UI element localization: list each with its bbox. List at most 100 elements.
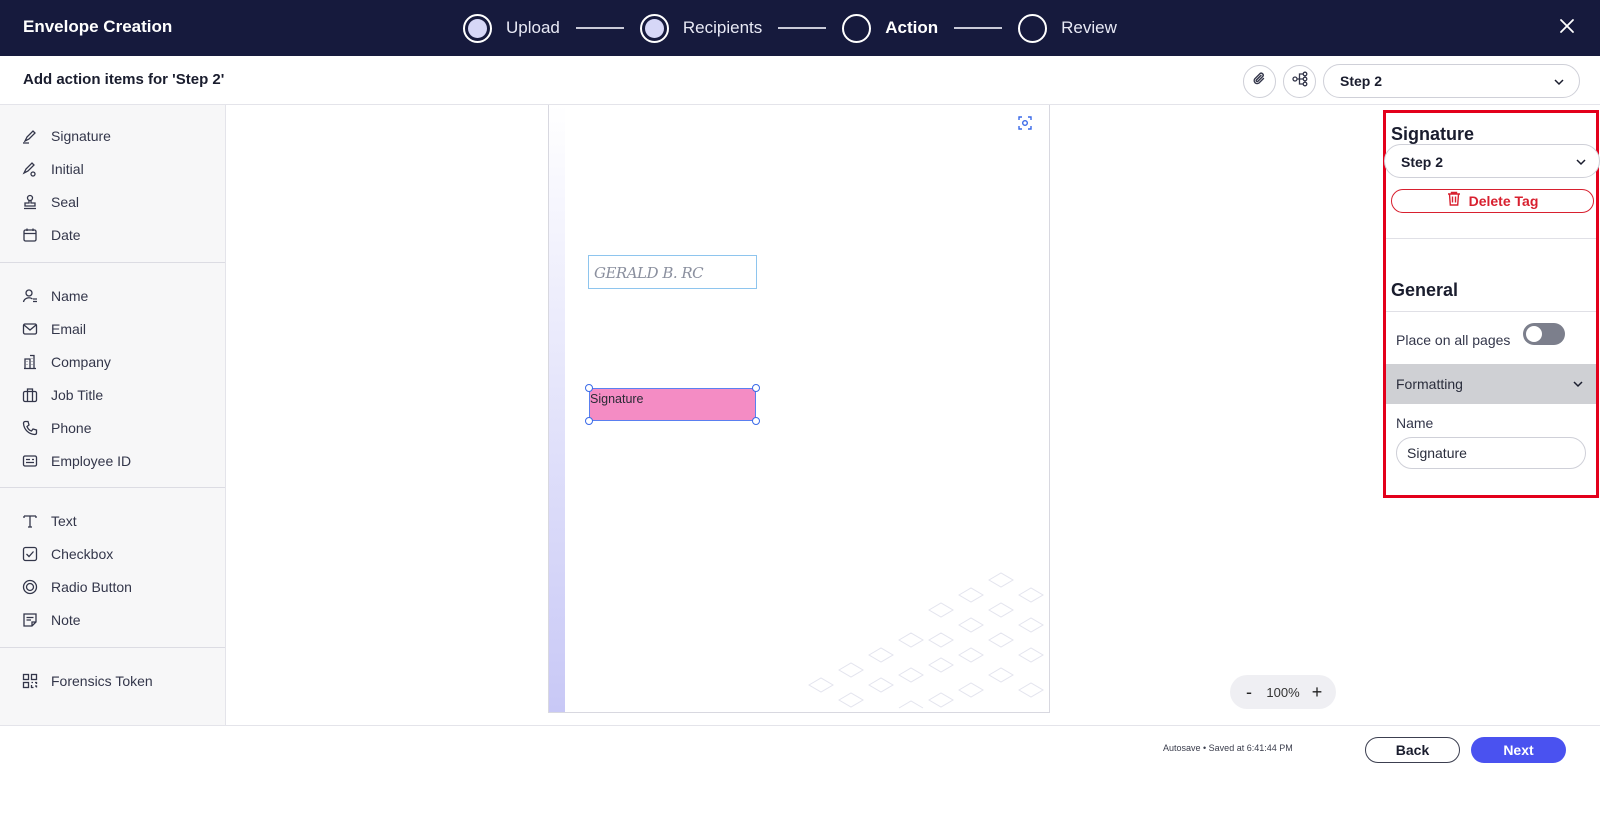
page-title: Add action items for 'Step 2' [23,71,225,88]
panel-divider [1386,238,1596,239]
tool-name[interactable]: Name [0,279,225,312]
autosave-status: Autosave • Saved at 6:41:44 PM [1163,743,1293,753]
radio-button-icon [22,579,38,595]
initial-pen-icon [22,161,38,177]
name-input[interactable] [1396,437,1586,469]
general-heading: General [1391,280,1459,300]
tool-email[interactable]: Email [0,312,225,345]
resize-handle-bottom-left[interactable] [585,417,593,425]
signature-pen-icon [22,128,38,144]
tool-label: Seal [51,193,80,210]
step-connector [778,27,827,29]
step-current-icon [842,13,872,43]
tool-initial[interactable]: Initial [0,152,225,185]
next-button[interactable]: Next [1471,737,1566,763]
chevron-down-icon [1553,75,1565,93]
tool-phone[interactable]: Phone [0,411,225,444]
step-select-value: Step 2 [1340,73,1383,89]
top-bar: Envelope Creation Upload Recipients Acti… [0,0,1600,56]
briefcase-icon [22,387,38,403]
tool-job-title[interactable]: Job Title [0,378,225,411]
qr-token-icon [22,673,38,689]
resize-handle-top-right[interactable] [752,384,760,392]
fit-to-view-button[interactable] [1013,113,1037,137]
formatting-label: Formatting [1396,376,1463,392]
place-all-pages-label: Place on all pages [1396,332,1511,348]
tool-forensics-token[interactable]: Forensics Token [0,664,225,697]
tool-date[interactable]: Date [0,218,225,251]
step-label-review: Review [1061,18,1117,37]
delete-tag-label: Delete Tag [1468,193,1539,209]
properties-panel: Signature Step 2 Delete Tag General Plac… [1380,105,1600,725]
step-done-icon [639,13,669,43]
tool-label: Job Title [51,386,104,403]
tool-employee-id[interactable]: Employee ID [0,444,225,477]
progress-stepper: Upload Recipients Action Review [463,11,1117,45]
tool-seal[interactable]: Seal [0,185,225,218]
step-connector [575,27,624,29]
step-action[interactable]: Action [842,13,939,43]
panel-divider [1386,311,1596,312]
step-recipients[interactable]: Recipients [639,13,763,43]
toggle-knob [1526,326,1542,342]
tool-label: Radio Button [51,578,132,595]
tool-label: Forensics Token [51,672,153,689]
workflow-button[interactable] [1283,65,1316,98]
placed-signature-tag[interactable]: Signature [585,384,760,425]
focus-scan-icon [1017,115,1033,136]
text-t-icon [22,513,38,529]
toolbox-divider [0,647,225,648]
tool-text[interactable]: Text [0,504,225,537]
tool-signature[interactable]: Signature [0,119,225,152]
assignee-select[interactable]: Step 2 [1384,144,1600,178]
chevron-down-icon [1575,155,1587,173]
tool-label: Name [51,287,89,304]
step-label-action: Action [885,18,939,37]
resize-handle-top-left[interactable] [585,384,593,392]
signature-script-text: GERALD B. RC [594,264,704,282]
step-connector [954,27,1003,29]
back-button[interactable]: Back [1365,737,1460,763]
tool-label: Checkbox [51,545,114,562]
document-page[interactable]: GERALD B. RC Signature [548,105,1050,713]
tool-company[interactable]: Company [0,345,225,378]
chevron-down-icon [1572,377,1584,395]
paperclip-icon [1252,71,1268,92]
close-icon[interactable] [1554,14,1580,40]
page-edge-gradient [549,105,565,712]
tool-label: Date [51,226,81,243]
zoom-in-button[interactable]: + [1310,682,1324,703]
app-title: Envelope Creation [23,17,173,36]
resize-handle-bottom-right[interactable] [752,417,760,425]
id-card-icon [22,453,38,469]
zoom-control: - 100% + [1230,675,1336,709]
step-label-upload: Upload [506,18,560,37]
document-canvas: GERALD B. RC Signature - 100% + [226,105,1376,725]
sub-header: Add action items for 'Step 2' Step 2 [0,56,1600,105]
place-all-pages-toggle[interactable] [1523,323,1565,345]
tool-label: Text [51,512,77,529]
phone-icon [22,420,38,436]
tool-radio-button[interactable]: Radio Button [0,570,225,603]
workflow-icon [1291,71,1308,92]
tool-checkbox[interactable]: Checkbox [0,537,225,570]
step-todo-icon [1018,13,1048,43]
step-select[interactable]: Step 2 [1323,64,1580,98]
step-label-recipients: Recipients [682,18,763,37]
isometric-pattern-graphic [808,572,1044,709]
attach-button[interactable] [1243,65,1276,98]
panel-title: Signature [1391,124,1475,144]
formatting-accordion[interactable]: Formatting [1386,364,1596,404]
step-review[interactable]: Review [1018,13,1117,43]
tool-label: Signature [51,127,111,144]
signature-tag-label: Signature [590,392,644,406]
existing-signature-field[interactable]: GERALD B. RC [588,255,757,289]
zoom-out-button[interactable]: - [1242,682,1256,703]
seal-stamp-icon [22,194,38,210]
envelope-icon [22,321,38,337]
delete-tag-button[interactable]: Delete Tag [1391,189,1594,213]
zoom-level: 100% [1266,684,1300,700]
note-icon [22,612,38,628]
tool-note[interactable]: Note [0,603,225,636]
step-upload[interactable]: Upload [463,13,560,43]
